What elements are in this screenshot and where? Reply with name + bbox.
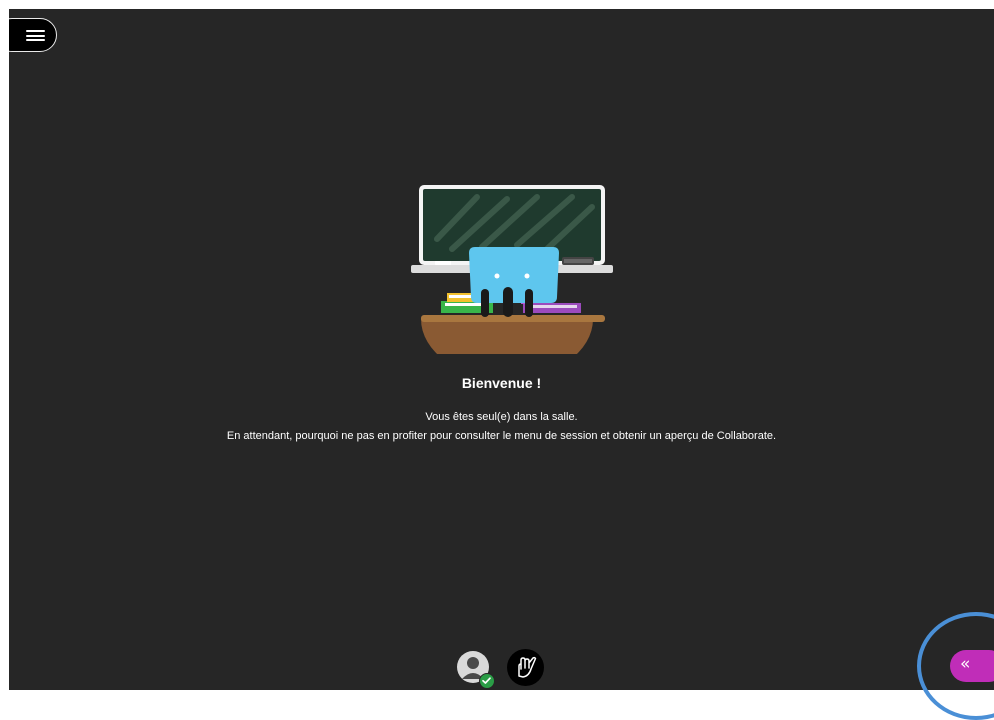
raise-hand-button[interactable] — [507, 649, 544, 686]
raise-hand-icon — [518, 656, 537, 678]
welcome-title: Bienvenue ! — [461, 375, 542, 391]
classroom-illustration — [411, 185, 613, 354]
hamburger-icon — [26, 30, 45, 41]
session-menu-button[interactable] — [9, 18, 57, 52]
checkmark-icon — [479, 673, 495, 689]
welcome-message-line-1: Vous êtes seul(e) dans la salle. — [425, 411, 578, 423]
open-panel-button[interactable]: « — [950, 650, 994, 682]
session-stage: Bienvenue ! Vous êtes seul(e) dans la sa… — [9, 9, 994, 690]
my-status-button[interactable] — [457, 651, 495, 689]
double-chevron-left-icon: « — [960, 654, 971, 674]
welcome-message-line-2: En attendant, pourquoi ne pas en profite… — [226, 430, 777, 442]
